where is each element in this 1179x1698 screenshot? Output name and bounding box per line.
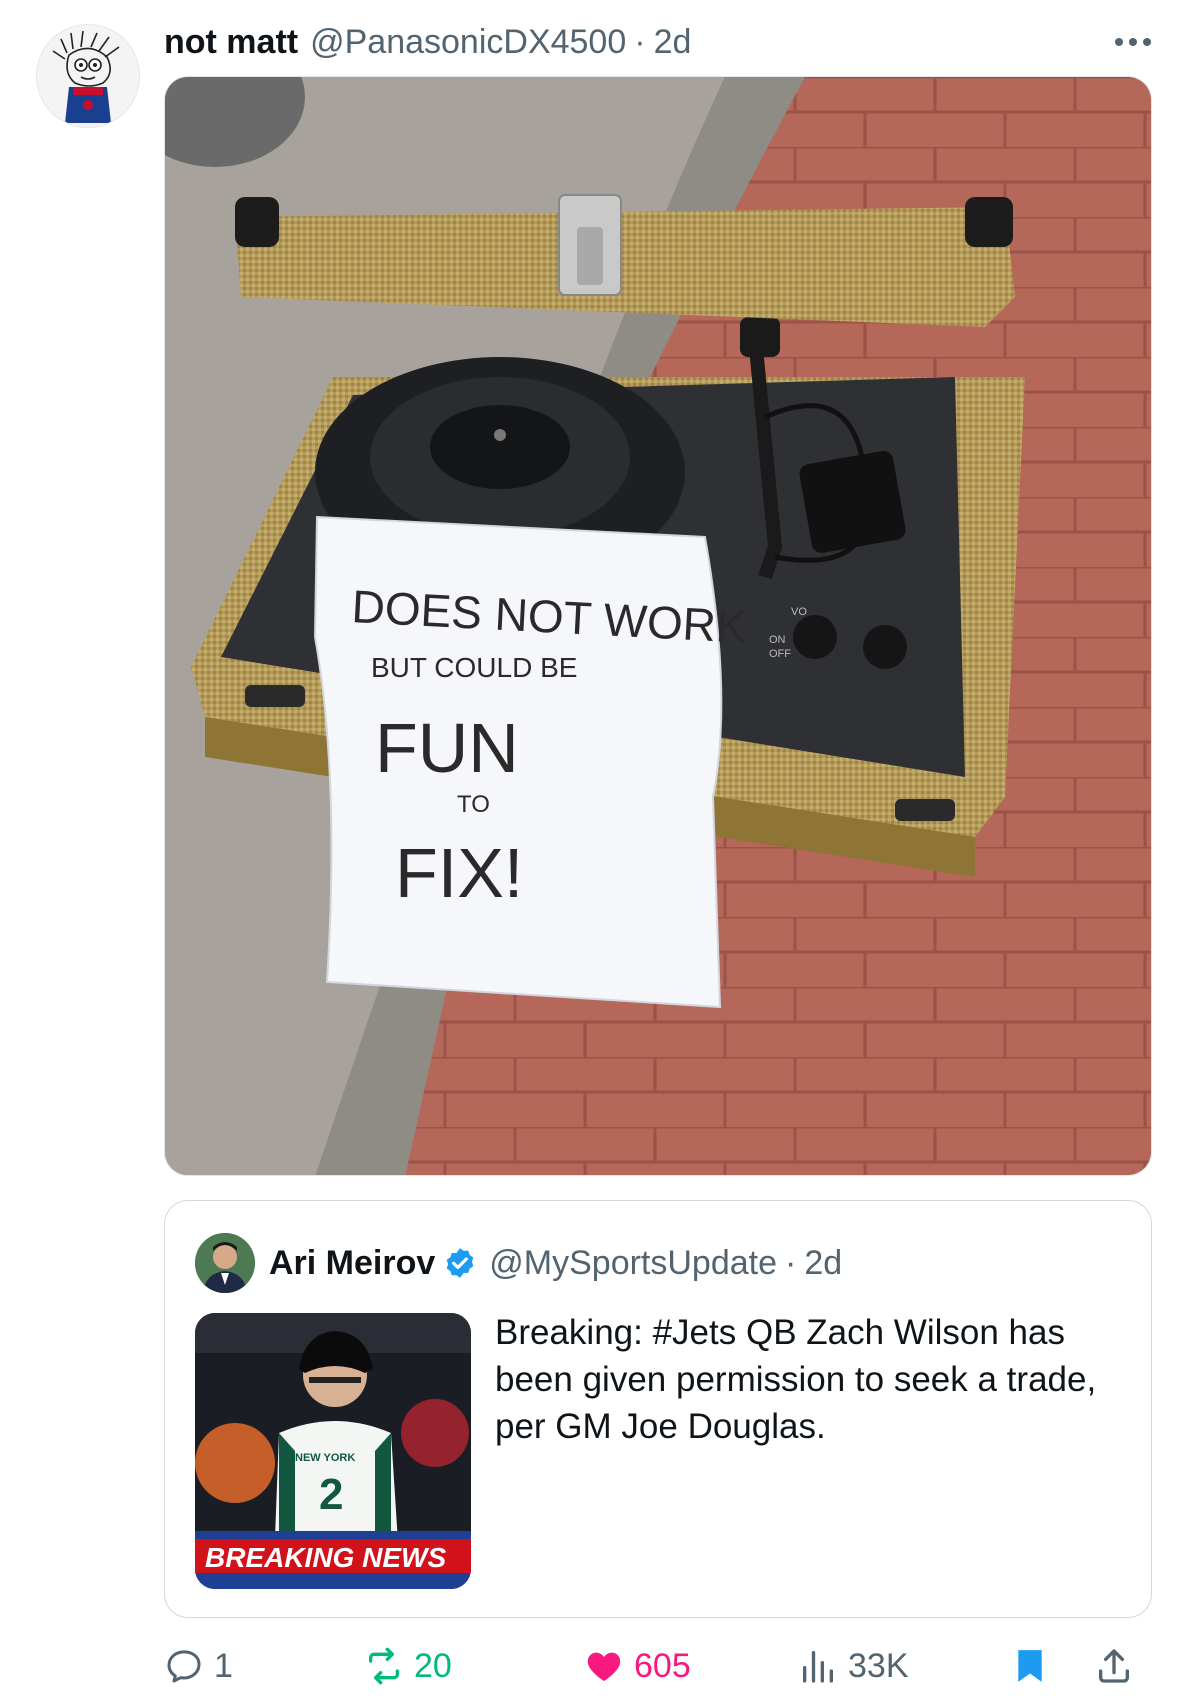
bookmark-icon [1018,1650,1042,1682]
sign-line-3: FUN [375,709,519,787]
tweet-time[interactable]: 2d [654,23,692,62]
knob-label-vol: VO [791,606,807,618]
quote-author-avatar[interactable] [195,1233,255,1293]
jersey-text: NEW YORK [295,1452,355,1464]
action-bar: 1 20 605 33K [164,1636,1152,1696]
verified-icon [446,1248,474,1278]
breaking-news-banner: BREAKING NEWS [205,1542,446,1573]
quote-tweet[interactable]: Ari Meirov @MySportsUpdate · 2d NEW YORK… [164,1200,1152,1618]
tweet-photo[interactable]: ON OFF VO DOES NOT WORK BUT COULD BE FUN… [164,76,1152,1176]
separator: · [634,22,646,61]
quote-author-name[interactable]: Ari Meirov [269,1244,435,1283]
like-button[interactable]: 605 [584,1642,691,1690]
quote-time[interactable]: 2d [804,1244,842,1283]
like-count: 605 [634,1646,691,1685]
reply-count: 1 [214,1646,233,1685]
share-button[interactable] [1094,1642,1134,1690]
quote-author-handle[interactable]: @MySportsUpdate [489,1244,777,1283]
repost-button[interactable]: 20 [364,1642,452,1690]
jersey-number: 2 [319,1470,343,1519]
repost-icon [369,1647,399,1685]
quote-text: Breaking: #Jets QB Zach Wilson has been … [495,1313,1097,1446]
views-icon [803,1651,833,1683]
quote-separator: · [785,1243,797,1282]
repost-count: 20 [414,1646,452,1685]
knob-label-on: ON [769,634,786,646]
views-button[interactable]: 33K [798,1642,909,1690]
author-name[interactable]: not matt [164,23,298,62]
author-avatar[interactable] [36,24,140,128]
tweet-header: not matt @PanasonicDX4500 · 2d [164,18,691,66]
quote-thumbnail[interactable]: NEW YORK 2 BREAKING NEWS [195,1313,471,1589]
more-icon[interactable] [1109,24,1157,60]
share-icon [1099,1649,1129,1683]
knob-label-off: OFF [769,648,791,660]
bookmark-button[interactable] [1010,1642,1050,1690]
sign-line-2: BUT COULD BE [371,652,577,683]
sign-line-5: FIX! [395,834,523,912]
quote-header: Ari Meirov @MySportsUpdate · 2d [269,1237,842,1289]
author-handle[interactable]: @PanasonicDX4500 [310,23,626,62]
heart-icon [587,1652,621,1681]
reply-icon [167,1650,201,1683]
sign-line-4: TO [457,791,490,818]
reply-button[interactable]: 1 [164,1642,233,1690]
views-count: 33K [848,1646,909,1685]
